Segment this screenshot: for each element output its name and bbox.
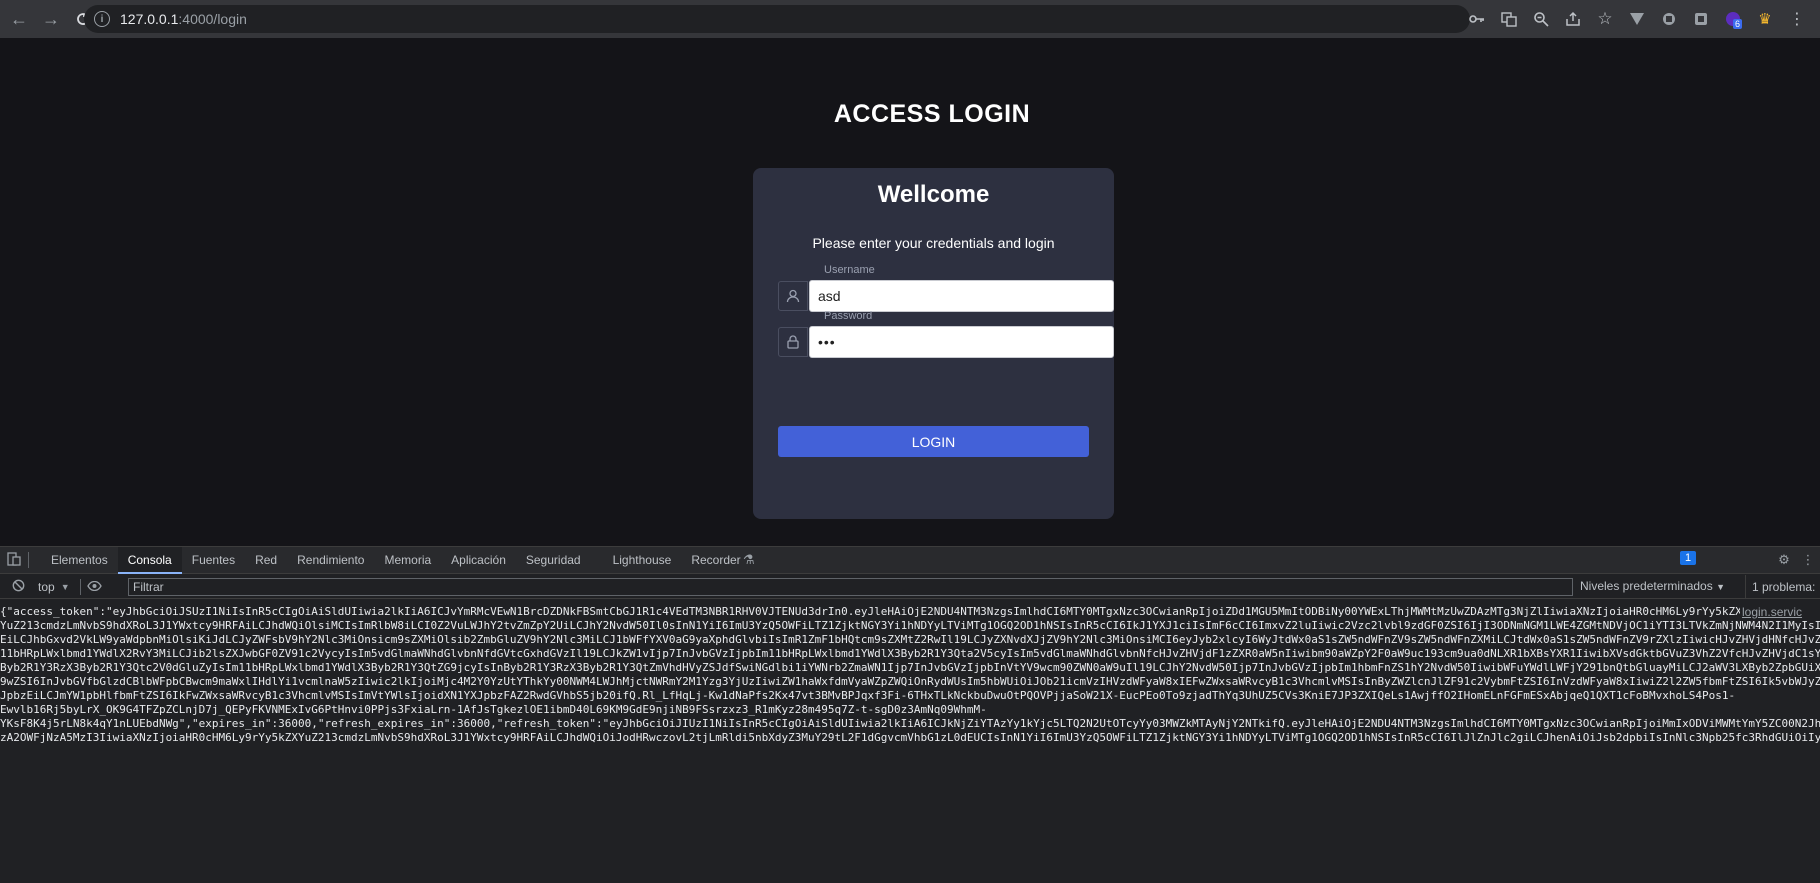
tab-rendimiento[interactable]: Rendimiento [287,547,374,574]
console-filter-bar: top ▼ Filtrar Niveles predeterminados ▼ … [0,575,1820,599]
tab-lighthouse[interactable]: Lighthouse [603,547,682,574]
tab-red[interactable]: Red [245,547,287,574]
lock-icon [778,327,808,357]
live-expression-eye-icon[interactable] [81,579,109,594]
console-log-line: YuZ213cmdzLmNvbS9hdXRoL3J1YWxtcy9HRFAiLC… [0,619,1820,632]
problems-counter[interactable]: 1 problema: [1745,575,1815,599]
info-icon[interactable]: i [94,11,110,27]
console-log-line: {"access_token":"eyJhbGciOiJSUzI1NiIsInR… [0,605,1740,618]
extension-box-icon[interactable] [1692,10,1710,28]
bookmark-star-icon[interactable]: ☆ [1596,9,1614,28]
console-log-line: EiLCJhbGxvd2VkLW9yaWdpbnMiOlsiKiJdLCJyZW… [0,633,1820,646]
console-log-line: 11bHRpLWxlbmd1YWdlX2RvY3MiLCJib2lsZXJwbG… [0,647,1820,660]
console-log-line: YKsF8K4j5rLN8k4qY1nLUEbdNWg","expires_in… [0,717,1820,730]
login-page: ACCESS LOGIN Wellcome Please enter your … [0,38,1820,546]
login-card: Wellcome Please enter your credentials a… [753,168,1114,519]
extension-badge-count: 6 [1733,19,1743,29]
console-log-line: 9wZSI6InJvbGVfbGlzdCBlbWFpbCBwcm9maWxlIH… [0,675,1820,688]
card-subtitle: Please enter your credentials and login [812,235,1055,251]
tab-consola[interactable]: Consola [117,546,182,574]
login-button[interactable]: LOGIN [778,426,1089,457]
toolbar-actions: ☆ 6 ♛ ⋮ [1468,0,1806,38]
devtools-tabbar: Elementos Consola Fuentes Red Rendimient… [0,546,1820,574]
page-title: ACCESS LOGIN [833,100,1031,128]
issues-badge[interactable]: 1 [1680,551,1697,565]
tab-seguridad[interactable]: Seguridad [516,547,591,574]
console-filter-input[interactable]: Filtrar [128,578,1573,596]
console-log-line: Ewvlb16Rj5byLrX_OK9G4TFZpZCLnjD7j_QEPyFK… [0,703,987,716]
tab-aplicacion[interactable]: Aplicación [441,547,516,574]
levels-dropdown-icon: ▼ [1716,582,1725,592]
context-dropdown-icon[interactable]: ▼ [61,582,70,592]
share-icon[interactable] [1564,10,1582,28]
clear-console-icon[interactable] [4,579,32,595]
key-icon[interactable] [1468,10,1486,28]
tab-elementos[interactable]: Elementos [41,547,118,574]
url-path: :4000/login [178,11,247,27]
back-icon[interactable]: ← [6,6,32,32]
user-icon [778,281,808,311]
console-source-link[interactable]: login.servic [1742,605,1802,619]
extension-puzzle-icon[interactable] [1660,10,1678,28]
address-bar[interactable]: i 127.0.0.1:4000/login [84,5,1470,33]
translate-icon[interactable] [1500,10,1518,28]
crown-icon[interactable]: ♛ [1756,10,1774,28]
password-label: Password [824,310,873,322]
username-input[interactable]: asd [809,280,1114,312]
log-levels-dropdown[interactable]: Niveles predeterminados ▼ [1580,579,1725,593]
extension-vee-icon[interactable] [1628,10,1646,28]
menu-icon[interactable]: ⋮ [1788,10,1806,28]
password-input[interactable]: ••• [809,326,1114,358]
forward-icon[interactable]: → [38,6,64,32]
log-levels-label: Niveles predeterminados [1580,579,1713,593]
extension-badge-icon[interactable]: 6 [1724,10,1743,29]
card-heading: Wellcome [877,181,990,208]
console-log-line: JpbzEiLCJmYW1pbHlfbmFtZSI6IkFwZWxsaWRvcy… [0,689,1736,702]
flask-icon: ⚗ [742,552,755,567]
tab-memoria[interactable]: Memoria [374,547,441,574]
device-toolbar-icon[interactable] [0,551,28,569]
zoom-icon[interactable] [1532,10,1550,28]
username-label: Username [824,264,875,276]
context-selector[interactable]: top [38,580,55,594]
devtools-panel: Elementos Consola Fuentes Red Rendimient… [0,546,1820,883]
browser-toolbar: ← → i 127.0.0.1:4000/login ☆ 6 ♛ ⋮ [0,0,1820,38]
more-options-icon[interactable]: ⋮ [1794,552,1820,568]
url-host: 127.0.0.1 [120,11,179,27]
console-output: {"access_token":"eyJhbGciOiJSUzI1NiIsInR… [0,605,1820,745]
console-log-line: Byb2R1Y3RzX3Byb2R1Y3Qtc2V0dGluZyIsIm11bH… [0,661,1820,674]
console-log-line: zA2OWFjNzA5MzI3IiwiaXNzIjoiaHR0cHM6Ly9rY… [0,731,1820,744]
tab-fuentes[interactable]: Fuentes [182,547,245,574]
